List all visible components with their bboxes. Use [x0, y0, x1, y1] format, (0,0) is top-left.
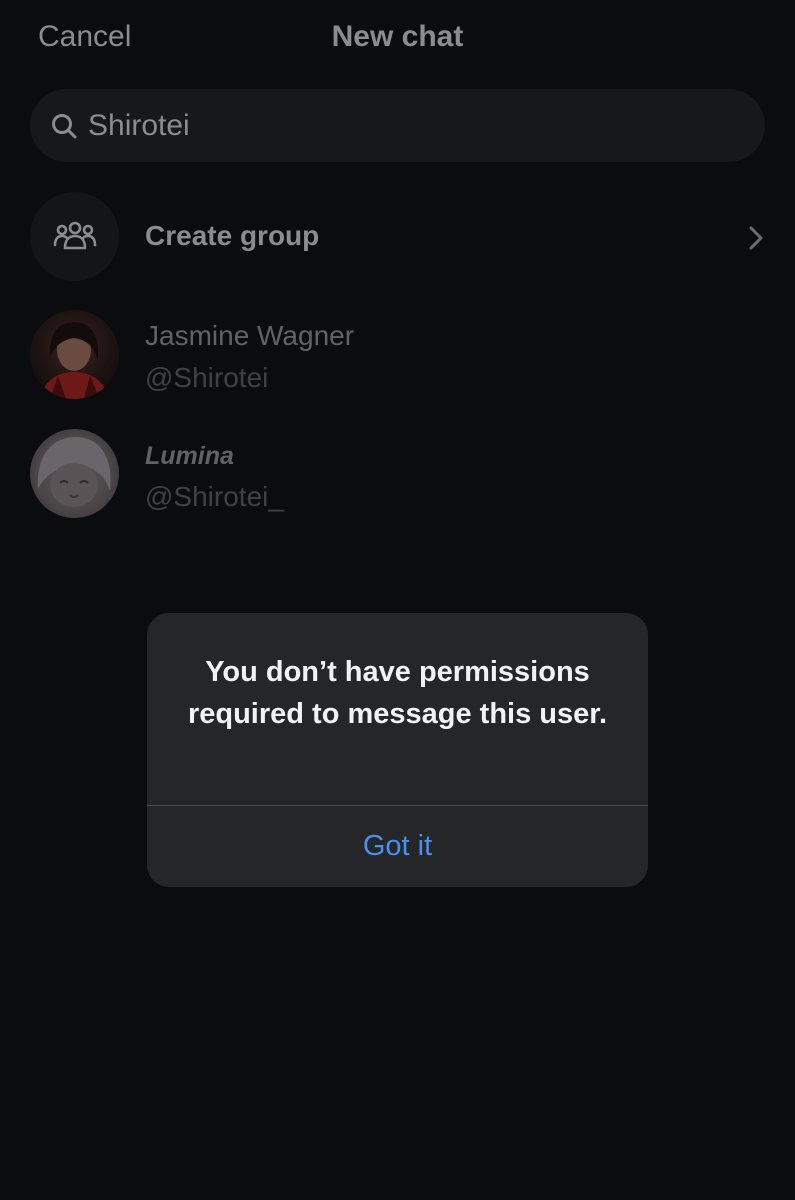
user-handle: @Shirotei_ [145, 481, 284, 512]
new-chat-screen: Cancel New chat Create group [0, 0, 795, 1200]
avatar-photo [40, 322, 110, 399]
avatar-photo [34, 437, 116, 518]
user-result-row[interactable]: Jasmine Wagner @Shirotei [0, 306, 795, 406]
chevron-right-icon [749, 226, 763, 250]
got-it-button[interactable]: Got it [147, 806, 648, 887]
permission-alert-dialog: You don’t have permissions required to m… [147, 613, 648, 887]
group-icon [53, 221, 97, 250]
create-group-label: Create group [145, 220, 320, 251]
user-result-row[interactable]: Lumina @Shirotei_ [0, 425, 795, 525]
header: Cancel New chat [0, 0, 795, 76]
alert-message: You don’t have permissions required to m… [187, 656, 608, 730]
search-input[interactable] [86, 103, 750, 149]
create-group-avatar [30, 192, 119, 281]
user-name: Jasmine Wagner [145, 320, 355, 351]
search-icon [52, 114, 77, 139]
user-name: Lumina [145, 442, 234, 470]
avatar [30, 310, 119, 399]
avatar [30, 429, 119, 518]
search-bar[interactable] [30, 89, 765, 162]
create-group-row[interactable]: Create group [0, 188, 795, 288]
page-title: New chat [331, 20, 464, 53]
user-handle: @Shirotei [145, 362, 269, 393]
